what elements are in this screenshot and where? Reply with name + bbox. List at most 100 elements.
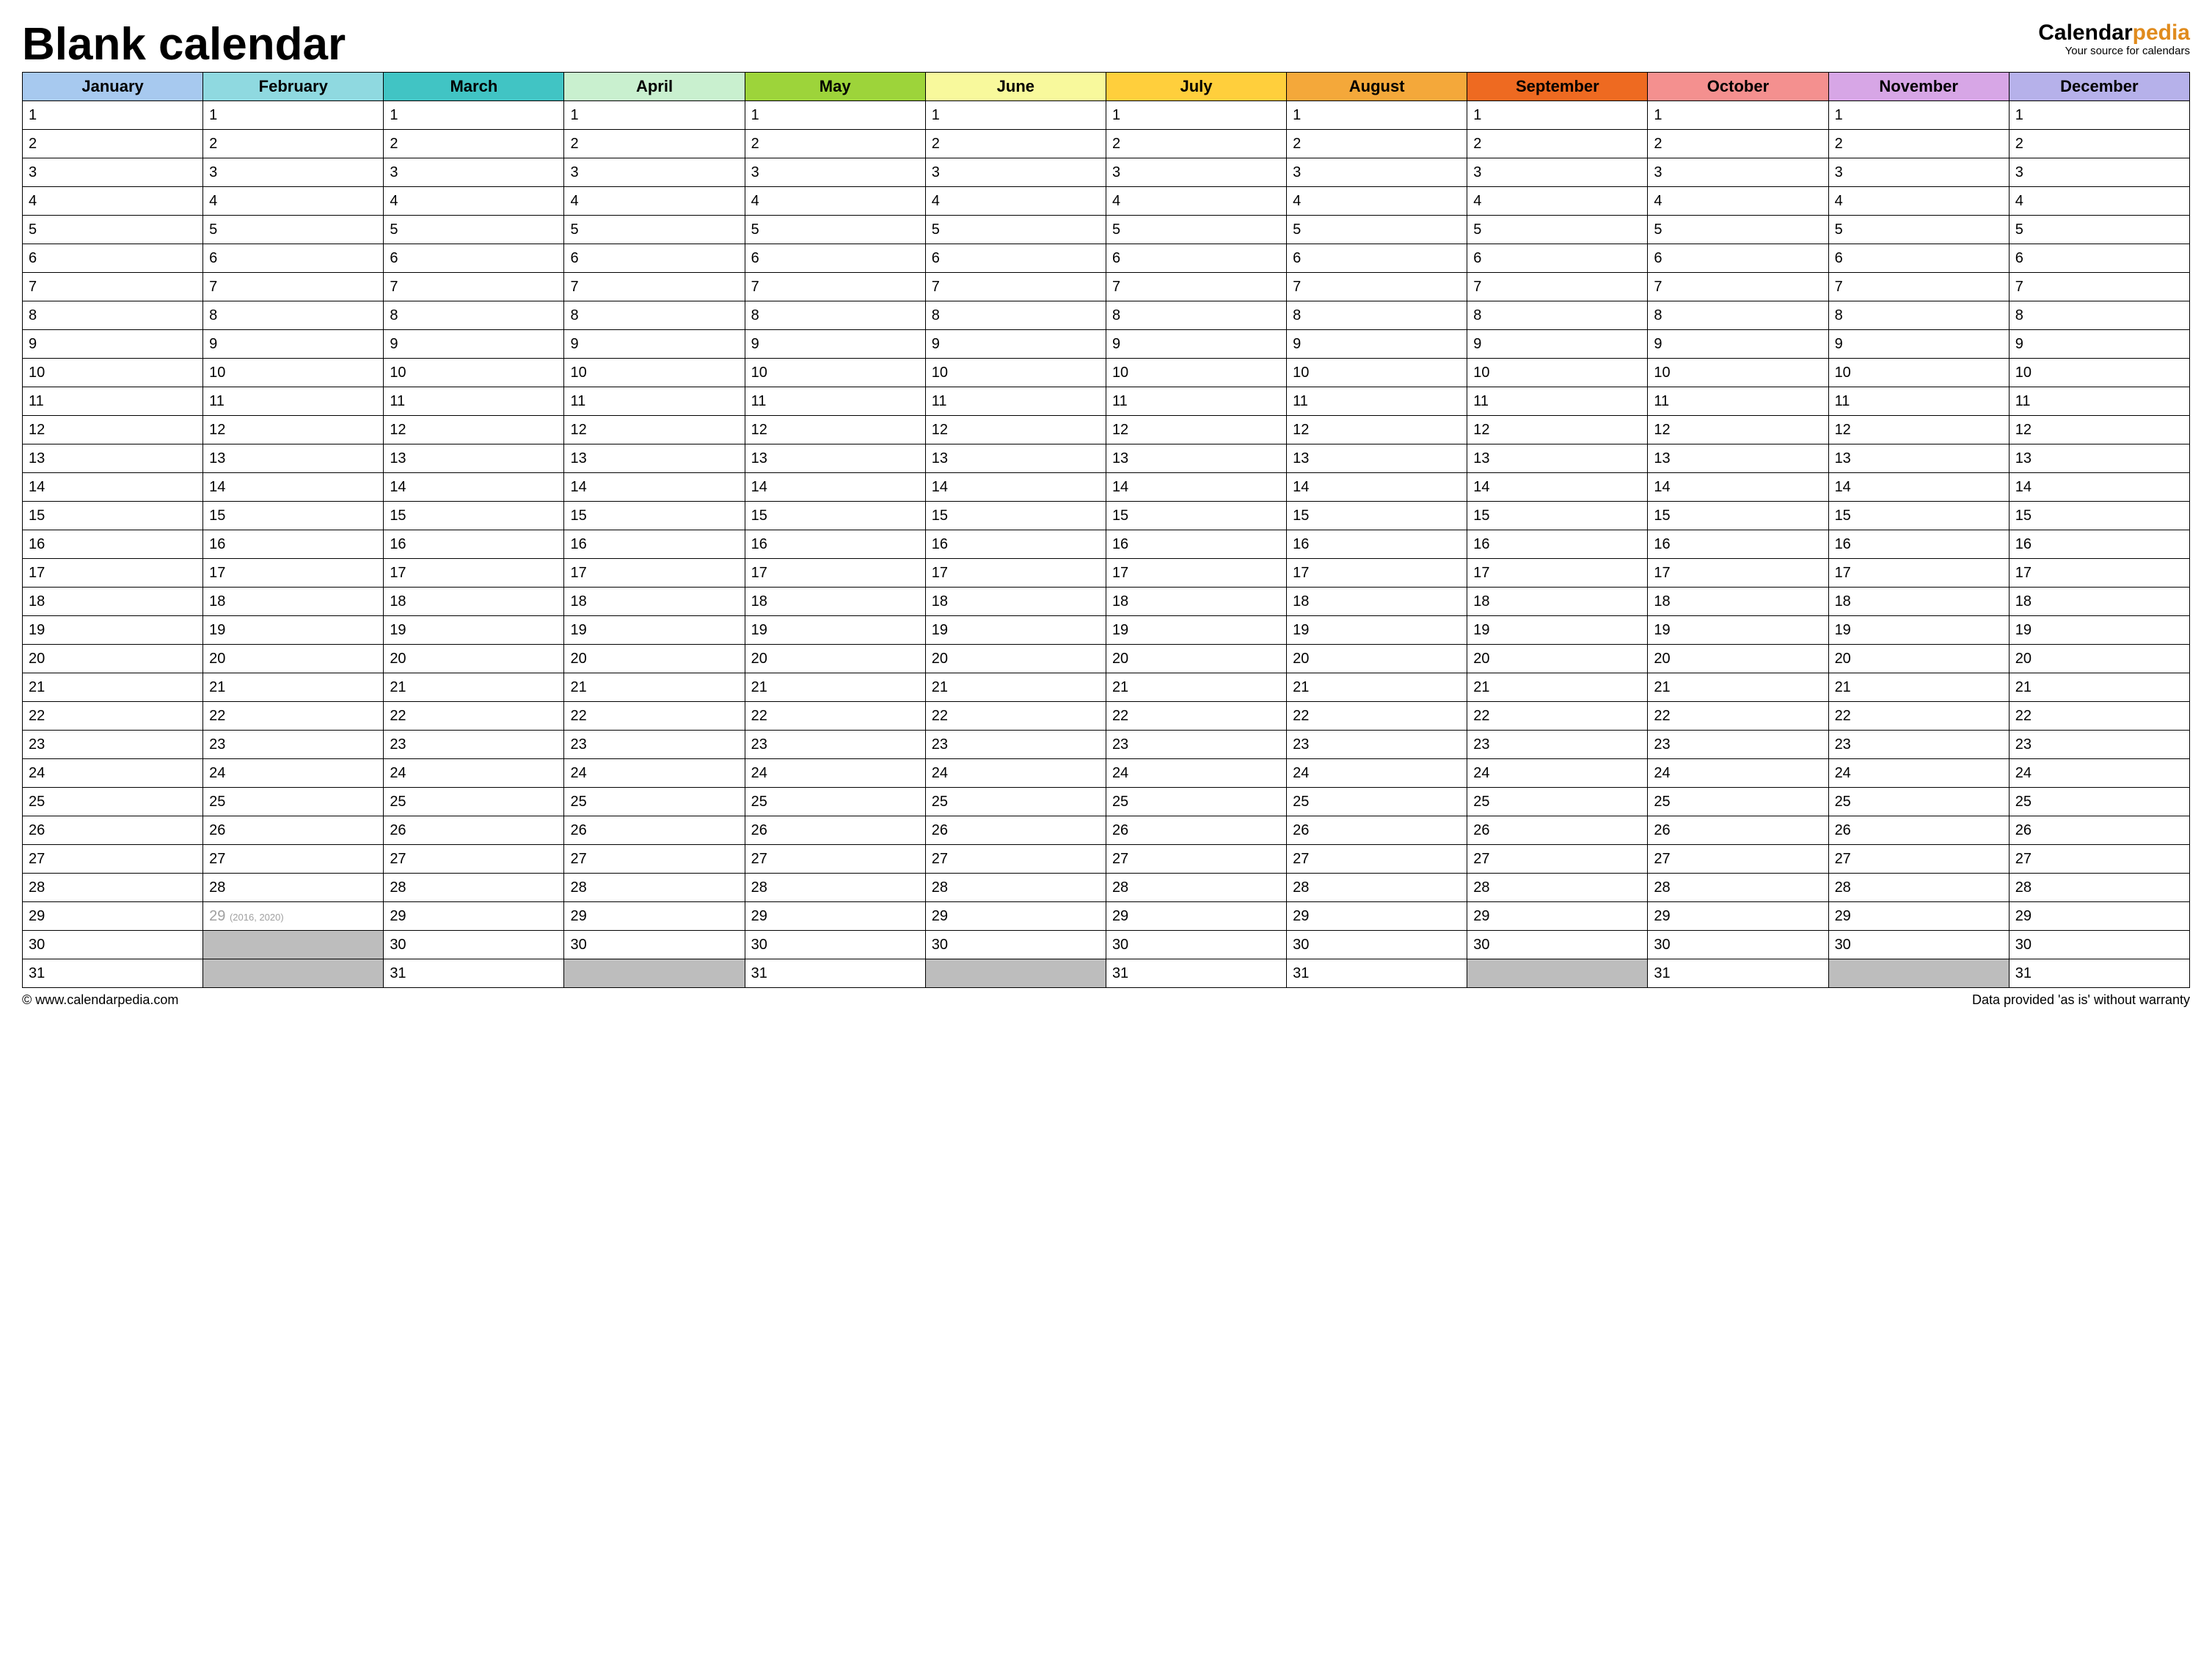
day-cell: 21 (1287, 673, 1467, 702)
day-row-23: 232323232323232323232323 (23, 731, 2190, 759)
day-cell: 3 (2009, 158, 2189, 187)
day-row-27: 272727272727272727272727 (23, 845, 2190, 874)
day-cell: 22 (564, 702, 745, 731)
day-cell: 10 (564, 359, 745, 387)
day-row-29: 2929 (2016, 2020)29292929292929292929 (23, 902, 2190, 931)
day-cell: 10 (384, 359, 564, 387)
day-cell: 29 (1106, 902, 1286, 931)
day-cell: 7 (1828, 273, 2009, 301)
day-cell: 15 (384, 502, 564, 530)
month-header-july: July (1106, 73, 1286, 101)
day-cell: 14 (1648, 473, 1828, 502)
day-cell: 14 (203, 473, 384, 502)
day-cell: 19 (2009, 616, 2189, 645)
day-cell: 8 (1106, 301, 1286, 330)
month-header-september: September (1467, 73, 1648, 101)
day-cell: 26 (745, 816, 925, 845)
day-cell: 3 (1106, 158, 1286, 187)
day-cell: 13 (1467, 444, 1648, 473)
day-cell: 3 (925, 158, 1106, 187)
day-cell: 24 (1287, 759, 1467, 788)
day-cell: 4 (925, 187, 1106, 216)
day-cell: 23 (1828, 731, 2009, 759)
day-cell: 17 (564, 559, 745, 588)
day-cell: 23 (2009, 731, 2189, 759)
day-cell: 12 (384, 416, 564, 444)
day-row-18: 181818181818181818181818 (23, 588, 2190, 616)
day-cell: 22 (1287, 702, 1467, 731)
day-cell: 26 (23, 816, 203, 845)
day-cell: 26 (1648, 816, 1828, 845)
day-cell: 28 (23, 874, 203, 902)
day-cell: 8 (1287, 301, 1467, 330)
calendar-table: JanuaryFebruaryMarchAprilMayJuneJulyAugu… (22, 72, 2190, 988)
day-cell: 4 (2009, 187, 2189, 216)
day-cell: 16 (1828, 530, 2009, 559)
day-cell: 26 (564, 816, 745, 845)
day-row-25: 252525252525252525252525 (23, 788, 2190, 816)
day-cell: 15 (1287, 502, 1467, 530)
day-cell: 28 (384, 874, 564, 902)
day-cell: 13 (1287, 444, 1467, 473)
day-row-14: 141414141414141414141414 (23, 473, 2190, 502)
day-row-9: 999999999999 (23, 330, 2190, 359)
day-row-31: 31313131313131 (23, 959, 2190, 988)
day-cell: 29 (1287, 902, 1467, 931)
day-cell: 10 (1467, 359, 1648, 387)
day-cell: 3 (1648, 158, 1828, 187)
day-cell: 27 (925, 845, 1106, 874)
day-cell: 11 (1467, 387, 1648, 416)
day-cell: 13 (2009, 444, 2189, 473)
day-cell: 24 (925, 759, 1106, 788)
day-cell: 1 (1106, 101, 1286, 130)
day-cell: 17 (1648, 559, 1828, 588)
day-cell: 3 (23, 158, 203, 187)
day-cell: 29 (1467, 902, 1648, 931)
day-cell: 10 (1648, 359, 1828, 387)
day-cell: 26 (1106, 816, 1286, 845)
brand: Calendarpedia Your source for calendars (2038, 22, 2190, 56)
day-cell: 22 (1106, 702, 1286, 731)
day-cell: 4 (564, 187, 745, 216)
day-cell: 24 (1106, 759, 1286, 788)
day-cell: 12 (23, 416, 203, 444)
day-cell: 25 (384, 788, 564, 816)
day-row-4: 444444444444 (23, 187, 2190, 216)
day-cell: 27 (2009, 845, 2189, 874)
day-cell: 31 (1287, 959, 1467, 988)
day-cell: 24 (745, 759, 925, 788)
day-cell: 5 (1648, 216, 1828, 244)
day-cell: 16 (384, 530, 564, 559)
day-cell: 3 (745, 158, 925, 187)
day-cell: 15 (1467, 502, 1648, 530)
day-cell: 22 (1828, 702, 2009, 731)
day-cell: 10 (23, 359, 203, 387)
day-cell: 30 (1287, 931, 1467, 959)
day-cell: 18 (2009, 588, 2189, 616)
day-cell: 6 (1287, 244, 1467, 273)
day-cell: 27 (564, 845, 745, 874)
day-row-10: 101010101010101010101010 (23, 359, 2190, 387)
day-row-30: 3030303030303030303030 (23, 931, 2190, 959)
day-cell: 5 (564, 216, 745, 244)
day-cell: 23 (23, 731, 203, 759)
day-cell: 24 (2009, 759, 2189, 788)
day-cell: 16 (203, 530, 384, 559)
day-cell: 3 (564, 158, 745, 187)
day-cell: 11 (564, 387, 745, 416)
day-cell: 30 (384, 931, 564, 959)
day-cell: 23 (745, 731, 925, 759)
day-cell: 8 (1648, 301, 1828, 330)
day-cell: 27 (745, 845, 925, 874)
day-cell: 20 (23, 645, 203, 673)
day-cell: 3 (1828, 158, 2009, 187)
day-cell: 20 (564, 645, 745, 673)
day-cell: 13 (384, 444, 564, 473)
day-cell: 7 (384, 273, 564, 301)
day-cell: 11 (925, 387, 1106, 416)
day-cell: 30 (564, 931, 745, 959)
day-cell: 20 (1287, 645, 1467, 673)
calendar-body: 1111111111112222222222223333333333334444… (23, 101, 2190, 988)
month-header-may: May (745, 73, 925, 101)
day-cell: 24 (23, 759, 203, 788)
